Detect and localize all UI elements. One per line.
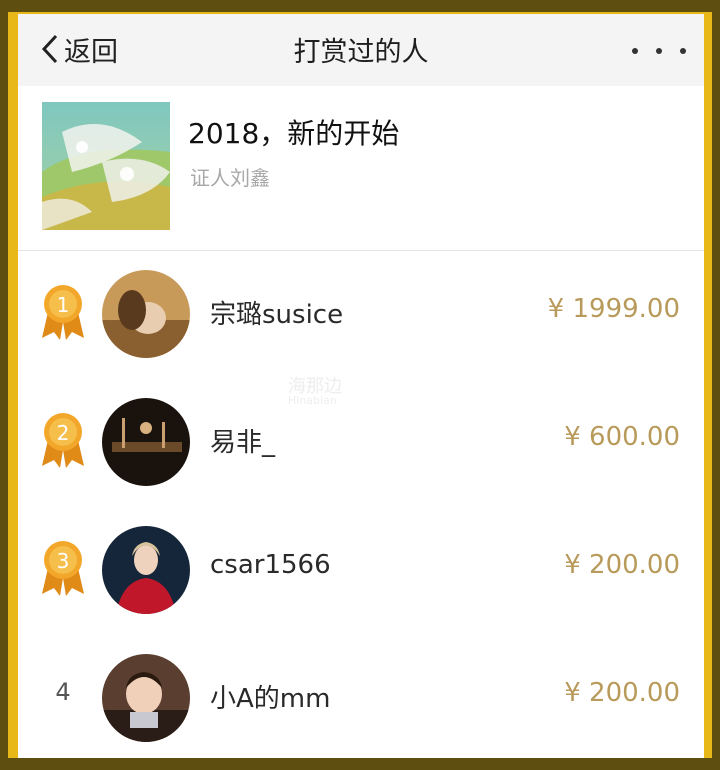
list-item[interactable]: 1 宗璐susice ¥ 1999.00 [18, 250, 704, 378]
rewarder-name[interactable]: 宗璐susice [210, 294, 343, 331]
avatar[interactable] [102, 526, 190, 614]
page-title: 打赏过的人 [293, 37, 429, 68]
rank-number: 4 [55, 678, 71, 706]
more-options-button[interactable] [632, 36, 686, 66]
avatar[interactable] [102, 270, 190, 358]
list-item[interactable]: 3 csar1566 ¥ 200.00 [18, 506, 704, 634]
rewarder-name[interactable]: 小A的mm [210, 678, 330, 715]
svg-text:1: 1 [57, 293, 70, 317]
more-dot-icon [656, 48, 662, 54]
article-thumbnail [42, 102, 170, 230]
more-dot-icon [680, 48, 686, 54]
avatar[interactable] [102, 398, 190, 486]
svg-text:3: 3 [57, 549, 70, 573]
more-dot-icon [632, 48, 638, 54]
list-item[interactable]: 4 小A的mm ¥ 200.00 [18, 634, 704, 758]
article-author: 证人刘鑫 [190, 166, 270, 190]
svg-text:2: 2 [57, 421, 70, 445]
gold-medal-icon: 3 [42, 541, 84, 596]
nav-bar: 返回 打赏过的人 [18, 14, 704, 86]
list-item[interactable]: 2 易非_ ¥ 600.00 [18, 378, 704, 506]
reward-amount: ¥ 200.00 [564, 550, 680, 580]
article-card[interactable]: 2018，新的开始 证人刘鑫 [18, 86, 704, 251]
app-screen: 返回 打赏过的人 2018，新的开始 证人刘鑫 1 宗璐susice ¥ 199… [18, 14, 704, 758]
avatar[interactable] [102, 654, 190, 742]
article-title: 2018，新的开始 [188, 117, 400, 150]
watermark-en: Hinabian [288, 394, 337, 407]
reward-amount: ¥ 200.00 [564, 678, 680, 708]
rewarder-name[interactable]: 易非_ [210, 422, 275, 459]
gold-medal-icon: 1 [42, 285, 84, 340]
reward-amount: ¥ 1999.00 [547, 294, 680, 324]
gold-medal-icon: 2 [42, 413, 84, 468]
rewarder-name[interactable]: csar1566 [210, 550, 331, 580]
reward-amount: ¥ 600.00 [564, 422, 680, 452]
